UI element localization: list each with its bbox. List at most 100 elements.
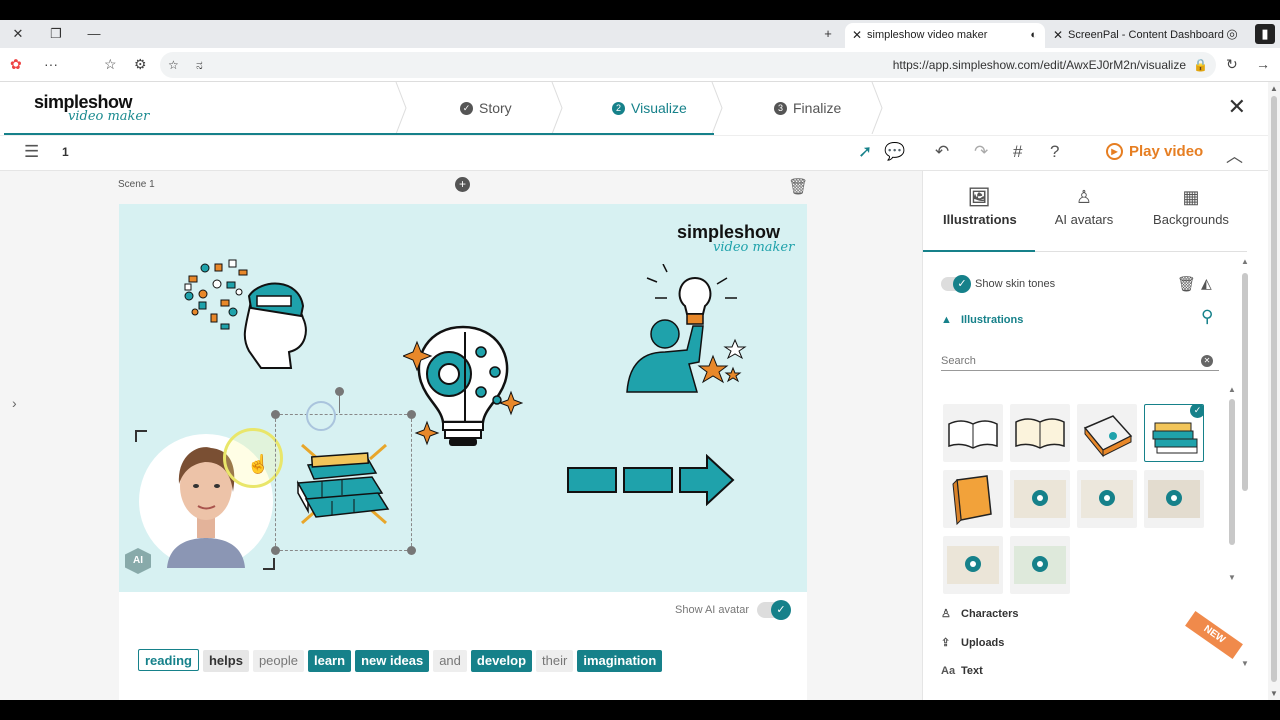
illustrations-section[interactable]: ▲ Illustrations bbox=[941, 314, 1023, 326]
scene-canvas[interactable]: simpleshow video maker AI ☝ bbox=[119, 204, 807, 592]
tab-title: ScreenPal - Content Dashboard bbox=[1068, 29, 1224, 41]
undo-icon[interactable]: ↶ bbox=[935, 142, 949, 162]
new-tab-icon[interactable]: + bbox=[818, 24, 838, 44]
star-icon[interactable]: ☆ bbox=[168, 52, 179, 78]
illustration-thumb[interactable] bbox=[1077, 404, 1137, 462]
flip-icon[interactable]: ◭ bbox=[1201, 275, 1212, 292]
show-ai-avatar-toggle[interactable]: Show AI avatar ✓ bbox=[675, 600, 791, 620]
step-finalize[interactable]: 3 Finalize bbox=[774, 82, 841, 134]
characters-section[interactable]: ♙ Characters bbox=[941, 607, 1018, 620]
resize-handle[interactable] bbox=[407, 410, 416, 419]
close-window-icon[interactable]: ✕ bbox=[8, 24, 28, 44]
script-word[interactable]: and bbox=[433, 650, 467, 672]
illustration-thumb-loading[interactable] bbox=[943, 536, 1003, 594]
close-tab-icon[interactable]: ✕ bbox=[852, 23, 862, 48]
tab-backgrounds[interactable]: ▦ Backgrounds bbox=[1151, 187, 1231, 227]
illustration-thumb-loading[interactable] bbox=[1010, 536, 1070, 594]
browser-tab-screenpal[interactable]: ✕ ScreenPal - Content Dashboard bbox=[1046, 23, 1226, 48]
delete-scene-icon[interactable]: 🗑 bbox=[788, 177, 808, 197]
toggle-switch[interactable]: ✓ bbox=[941, 275, 971, 293]
head-ideas-illustration[interactable] bbox=[181, 256, 311, 371]
url-field[interactable]: ☆ ನ https://app.simpleshow.com/edit/AwxE… bbox=[160, 52, 1216, 78]
script-word[interactable]: imagination bbox=[577, 650, 663, 672]
add-scene-icon[interactable]: + bbox=[455, 177, 470, 192]
toggle-switch[interactable]: ✓ bbox=[757, 600, 791, 620]
copilot-icon[interactable]: ✿ bbox=[10, 56, 22, 73]
page-scrollbar-track[interactable]: ▲ ▼ bbox=[1268, 82, 1280, 700]
grid-icon[interactable]: # bbox=[1013, 142, 1022, 162]
step-divider bbox=[395, 82, 407, 134]
simpleshow-logo[interactable]: simpleshow video maker bbox=[34, 92, 149, 124]
lock-icon[interactable]: 🔒 bbox=[1193, 52, 1208, 78]
script-word[interactable]: reading bbox=[138, 649, 199, 671]
close-tab-icon[interactable]: ✕ bbox=[1053, 23, 1063, 48]
resize-handle[interactable] bbox=[407, 546, 416, 555]
books-illustration[interactable] bbox=[292, 437, 396, 529]
illustration-thumb-loading[interactable] bbox=[1010, 470, 1070, 528]
canvas-logo[interactable]: simpleshow video maker bbox=[677, 222, 794, 255]
resize-handle[interactable] bbox=[271, 546, 280, 555]
illustration-thumb[interactable] bbox=[1010, 404, 1070, 462]
favorites-icon[interactable]: ☆ bbox=[104, 56, 117, 73]
script-word[interactable]: learn bbox=[307, 650, 352, 672]
forward-icon[interactable]: → bbox=[1256, 56, 1270, 72]
panel-scrollbar[interactable] bbox=[1242, 273, 1248, 491]
skin-tones-toggle[interactable]: ✓ Show skin tones bbox=[941, 275, 1055, 293]
script-word[interactable]: people bbox=[252, 650, 304, 672]
illustration-thumb-selected[interactable]: ✓ bbox=[1144, 404, 1204, 462]
restore-window-icon[interactable]: ❐ bbox=[46, 24, 66, 44]
step-story[interactable]: ✓ Story bbox=[460, 82, 512, 134]
page-scroll-up-icon[interactable]: ▲ bbox=[1270, 84, 1278, 93]
tab-settings-icon[interactable]: ◎ bbox=[1222, 24, 1242, 44]
step-number: 2 bbox=[612, 101, 625, 115]
person-idea-illustration[interactable] bbox=[617, 264, 753, 394]
tab-ai-avatars[interactable]: ♙ AI avatars bbox=[1053, 187, 1115, 227]
expand-left-icon[interactable]: › bbox=[12, 395, 17, 411]
page-scroll-down-icon[interactable]: ▼ bbox=[1270, 689, 1278, 698]
scroll-up-icon[interactable]: ▲ bbox=[1241, 257, 1249, 266]
select-cursor-icon[interactable]: ➚ bbox=[858, 142, 872, 162]
grid-scroll-down-icon[interactable]: ▼ bbox=[1228, 573, 1236, 582]
menu-icon[interactable]: ☰ bbox=[24, 142, 39, 162]
help-icon[interactable]: ? bbox=[1050, 142, 1059, 162]
gear-bulb-illustration[interactable] bbox=[403, 322, 523, 458]
illustration-thumb[interactable] bbox=[943, 470, 1003, 528]
grid-scrollbar[interactable] bbox=[1229, 399, 1235, 545]
illustration-search-input[interactable]: Search ✕ bbox=[941, 351, 1219, 371]
rotate-handle[interactable] bbox=[335, 387, 344, 396]
extensions-icon[interactable]: ⚙ bbox=[134, 56, 147, 73]
script-word[interactable]: helps bbox=[202, 650, 249, 672]
search-icon[interactable]: ⚲ bbox=[1201, 307, 1213, 327]
step-visualize[interactable]: 2 Visualize bbox=[612, 82, 687, 134]
resize-handle[interactable] bbox=[271, 410, 280, 419]
play-video-button[interactable]: ▶ Play video bbox=[1106, 142, 1203, 161]
script-word[interactable]: their bbox=[536, 650, 574, 672]
minimize-window-icon[interactable]: — bbox=[84, 24, 104, 44]
script-word[interactable]: new ideas bbox=[355, 650, 430, 672]
sidebar-toggle-icon[interactable]: ▮ bbox=[1255, 24, 1275, 44]
selection-box[interactable] bbox=[271, 387, 416, 555]
script-word[interactable]: develop bbox=[470, 650, 533, 672]
browser-tab-simpleshow[interactable]: ✕ simpleshow video maker ◐ bbox=[845, 23, 1045, 48]
grid-scroll-up-icon[interactable]: ▲ bbox=[1228, 385, 1236, 394]
illustration-thumb-loading[interactable] bbox=[1144, 470, 1204, 528]
more-icon[interactable]: ··· bbox=[44, 56, 58, 72]
clear-search-icon[interactable]: ✕ bbox=[1201, 355, 1213, 367]
illustration-thumb-loading[interactable] bbox=[1077, 470, 1137, 528]
trash-icon[interactable]: 🗑 bbox=[1177, 275, 1196, 293]
collapse-icon[interactable]: ︿ bbox=[1226, 142, 1243, 167]
favicon-icon: ◐ bbox=[1030, 29, 1037, 41]
scene-editor: › Scene 1 + 🗑 simpleshow video maker AI … bbox=[0, 171, 922, 700]
close-editor-icon[interactable]: ✕ bbox=[1228, 94, 1246, 120]
text-section[interactable]: Aa Text bbox=[941, 665, 983, 677]
uploads-section[interactable]: ⇪ Uploads bbox=[941, 636, 1004, 649]
redo-icon[interactable]: ↷ bbox=[974, 142, 988, 162]
comment-icon[interactable]: 💬 bbox=[884, 142, 905, 162]
open-book-icon bbox=[948, 420, 998, 449]
arrow-blocks-illustration[interactable] bbox=[567, 454, 737, 506]
tab-illustrations[interactable]: 🖼 Illustrations bbox=[943, 187, 1017, 227]
illustration-thumb[interactable] bbox=[943, 404, 1003, 462]
page-scrollbar-thumb[interactable] bbox=[1271, 96, 1277, 682]
refresh-icon[interactable]: ↻ bbox=[1226, 56, 1238, 73]
scroll-down-icon[interactable]: ▼ bbox=[1241, 659, 1249, 668]
